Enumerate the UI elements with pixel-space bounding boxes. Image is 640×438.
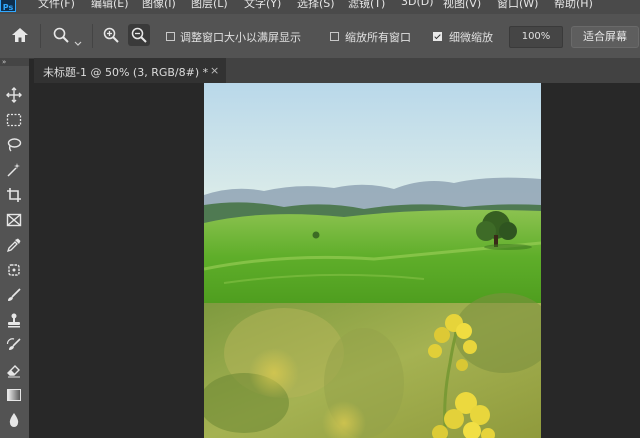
divider [92, 24, 93, 48]
panel-collapse-grip[interactable]: » [0, 58, 29, 66]
menu-layer[interactable]: 图层(L) [191, 0, 228, 11]
menu-3d[interactable]: 3D(D) [401, 0, 434, 8]
close-icon[interactable]: × [210, 64, 219, 77]
history-brush-tool-icon[interactable] [3, 334, 25, 356]
menu-file[interactable]: 文件(F) [38, 0, 75, 11]
blur-tool-icon[interactable] [3, 409, 25, 431]
zoom-tool-preset-icon[interactable] [50, 24, 72, 46]
frame-tool-icon[interactable] [3, 209, 25, 231]
options-bar: 调整窗口大小以满屏显示 缩放所有窗口 细微缩放 100% 适合屏幕 [0, 14, 640, 59]
home-icon[interactable] [9, 24, 31, 46]
brush-tool-icon[interactable] [3, 284, 25, 306]
resize-windows-checkbox[interactable] [166, 32, 175, 41]
chevron-down-icon[interactable] [74, 32, 82, 51]
zoom-out-icon[interactable] [128, 24, 150, 46]
menu-view[interactable]: 视图(V) [443, 0, 481, 11]
document-tab-strip: 未标题-1 @ 50% (3, RGB/8#) * × [34, 58, 640, 83]
canvas-image [204, 83, 541, 438]
zoom-percentage-field[interactable]: 100% [509, 26, 563, 48]
menu-filter[interactable]: 滤镜(T) [348, 0, 385, 11]
scrubby-zoom-label: 细微缩放 [449, 31, 493, 44]
menu-image[interactable]: 图像(I) [142, 0, 176, 11]
move-tool-icon[interactable] [3, 84, 25, 106]
menu-type[interactable]: 文字(Y) [244, 0, 281, 11]
lasso-tool-icon[interactable] [3, 134, 25, 156]
resize-windows-label: 调整窗口大小以满屏显示 [180, 31, 301, 44]
document-canvas[interactable] [204, 83, 541, 438]
photoshop-logo-icon: Ps [0, 0, 16, 12]
crop-tool-icon[interactable] [3, 184, 25, 206]
gradient-tool-icon[interactable] [3, 384, 25, 406]
zoom-all-windows-checkbox[interactable] [330, 32, 339, 41]
menu-select[interactable]: 选择(S) [297, 0, 335, 11]
marquee-tool-icon[interactable] [3, 109, 25, 131]
healing-brush-tool-icon[interactable] [3, 259, 25, 281]
eyedropper-tool-icon[interactable] [3, 234, 25, 256]
menu-help[interactable]: 帮助(H) [554, 0, 593, 11]
tools-panel: » [0, 58, 29, 438]
clone-stamp-tool-icon[interactable] [3, 309, 25, 331]
zoom-in-icon[interactable] [100, 24, 122, 46]
zoom-all-windows-label: 缩放所有窗口 [345, 31, 411, 44]
menu-bar: Ps 文件(F) 编辑(E) 图像(I) 图层(L) 文字(Y) 选择(S) 滤… [0, 0, 640, 14]
eraser-tool-icon[interactable] [3, 359, 25, 381]
divider [40, 24, 41, 48]
magic-wand-tool-icon[interactable] [3, 159, 25, 181]
menu-edit[interactable]: 编辑(E) [91, 0, 129, 11]
menu-window[interactable]: 窗口(W) [497, 0, 538, 11]
scrubby-zoom-checkbox[interactable] [433, 32, 442, 41]
document-tab-title: 未标题-1 @ 50% (3, RGB/8#) * [43, 66, 209, 79]
document-tab[interactable]: 未标题-1 @ 50% (3, RGB/8#) * × [34, 58, 226, 83]
fit-screen-button[interactable]: 适合屏幕 [571, 26, 639, 48]
